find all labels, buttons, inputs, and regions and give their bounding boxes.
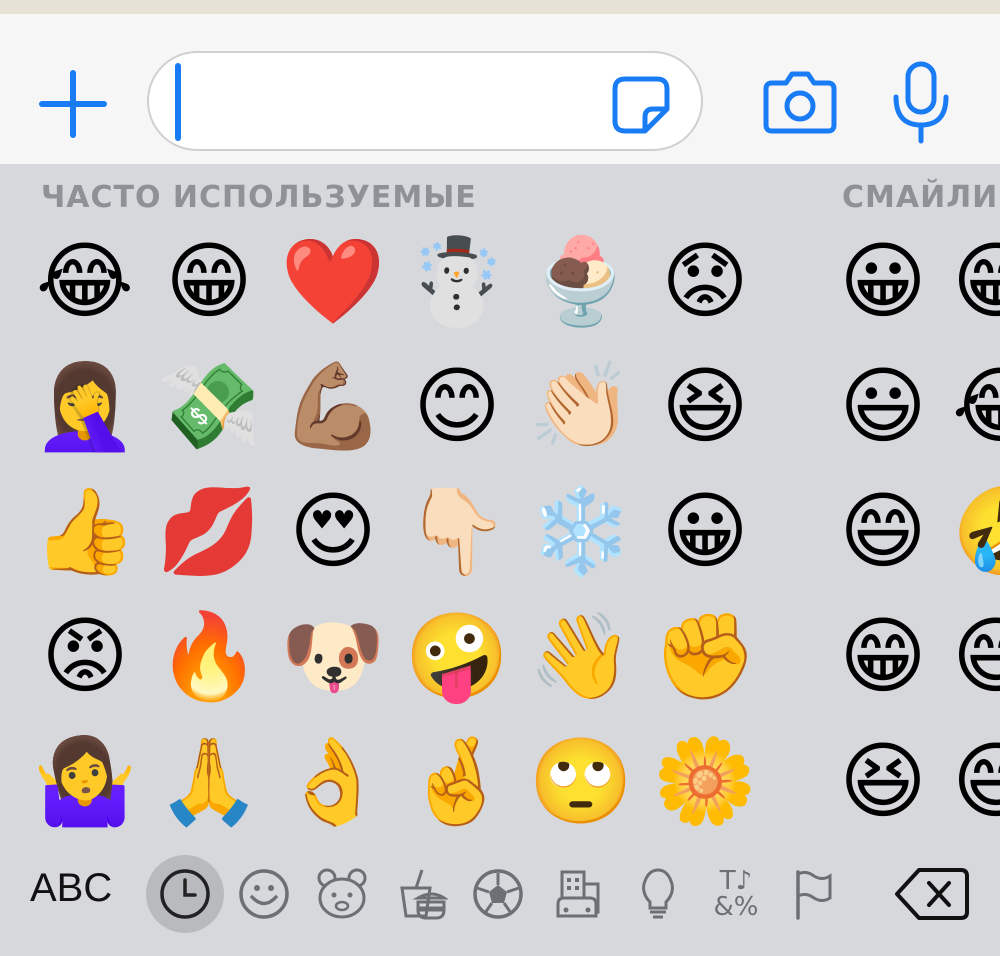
category-animals[interactable] [310, 862, 374, 926]
emoji-key[interactable]: 😃 [828, 351, 938, 461]
category-flags[interactable] [780, 862, 844, 926]
emoji-key[interactable]: 😊 [402, 351, 512, 461]
emoji-key[interactable]: 😀 [650, 476, 760, 586]
category-smileys[interactable] [232, 862, 296, 926]
emoji-key-partial[interactable]: 😄 [952, 726, 1000, 836]
emoji-key[interactable]: 🌼 [650, 726, 760, 836]
emoji-key[interactable]: ✊ [650, 601, 760, 711]
symbols-icon-bottom: &% [713, 892, 759, 922]
food-icon [400, 869, 448, 920]
recent-clock-icon [160, 869, 210, 919]
emoji-key[interactable]: 🐶 [278, 601, 388, 711]
bulb-icon [642, 868, 674, 919]
building-icon [556, 870, 600, 918]
emoji-category-bar: ABC T♪ &% [0, 848, 1000, 956]
emoji-key[interactable]: 😄 [828, 476, 938, 586]
emoji-key-partial[interactable]: 😅 [952, 601, 1000, 711]
microphone-button[interactable] [890, 61, 952, 145]
emoji-key[interactable]: 👏🏻 [526, 351, 636, 461]
emoji-key[interactable]: 🤪 [402, 601, 512, 711]
camera-button[interactable] [762, 69, 838, 135]
category-symbols[interactable]: T♪ &% [704, 862, 768, 926]
category-food[interactable] [388, 862, 452, 926]
emoji-key[interactable]: 😟 [650, 226, 760, 336]
emoji-key[interactable]: ❄️ [526, 476, 636, 586]
emoji-key[interactable]: 💋 [154, 476, 264, 586]
emoji-key-partial[interactable]: 🤣 [952, 476, 1000, 586]
message-text-field[interactable] [147, 51, 703, 151]
section-title-smileys: СМАЙЛИ [842, 180, 999, 215]
category-objects[interactable] [626, 862, 690, 926]
emoji-key[interactable]: 🙄 [526, 726, 636, 836]
message-input-bar [0, 14, 1000, 164]
abc-keyboard-button[interactable]: ABC [30, 866, 112, 911]
backspace-button[interactable] [893, 866, 971, 922]
emoji-key[interactable]: 😀 [828, 226, 938, 336]
sticker-icon [612, 76, 670, 134]
sticker-button[interactable] [611, 75, 671, 135]
emoji-key[interactable]: ☃️ [402, 226, 512, 336]
emoji-key[interactable]: 🤦‍♀️ [30, 351, 140, 461]
emoji-key[interactable]: 💪🏽 [278, 351, 388, 461]
emoji-key[interactable]: 🙏 [154, 726, 264, 836]
emoji-key[interactable]: 🤞 [402, 726, 512, 836]
microphone-icon [893, 61, 949, 144]
emoji-key[interactable]: 😂 [30, 226, 140, 336]
backspace-icon [895, 868, 969, 920]
text-caret [175, 63, 181, 141]
emoji-key-partial[interactable]: 😁 [952, 226, 1000, 336]
emoji-keyboard: ЧАСТО ИСПОЛЬЗУЕМЫЕ СМАЙЛИ 😂 😁 ❤️ ☃️ 🍨 😟 … [0, 164, 1000, 956]
emoji-key[interactable]: 🔥 [154, 601, 264, 711]
emoji-key[interactable]: 🤷‍♀️ [30, 726, 140, 836]
emoji-key[interactable]: 😡 [30, 601, 140, 711]
emoji-key[interactable]: 😍 [278, 476, 388, 586]
emoji-key[interactable]: 👋 [526, 601, 636, 711]
animal-icon [317, 868, 367, 919]
section-title-frequent: ЧАСТО ИСПОЛЬЗУЕМЫЕ [41, 180, 477, 215]
category-travel[interactable] [546, 862, 610, 926]
ball-icon [473, 869, 523, 919]
emoji-key[interactable]: 💸 [154, 351, 264, 461]
smiley-icon [239, 869, 289, 919]
emoji-key[interactable]: ❤️ [278, 226, 388, 336]
emoji-key[interactable]: 😆 [650, 351, 760, 461]
emoji-key[interactable]: 😁 [154, 226, 264, 336]
emoji-key[interactable]: 👌 [278, 726, 388, 836]
top-wallpaper-strip [0, 0, 1000, 15]
camera-icon [763, 71, 837, 134]
emoji-key[interactable]: 🍨 [526, 226, 636, 336]
emoji-key[interactable]: 😆 [828, 726, 938, 836]
category-recent[interactable] [146, 855, 224, 933]
plus-icon [39, 70, 107, 138]
flag-icon [796, 870, 832, 920]
attach-button[interactable] [38, 69, 108, 139]
emoji-key[interactable]: 😁 [828, 601, 938, 711]
emoji-key-partial[interactable]: 😂 [952, 351, 1000, 461]
symbols-icon-top: T♪ [719, 866, 753, 896]
emoji-key[interactable]: 👍 [30, 476, 140, 586]
emoji-key[interactable]: 👇🏻 [402, 476, 512, 586]
category-activity[interactable] [466, 862, 530, 926]
